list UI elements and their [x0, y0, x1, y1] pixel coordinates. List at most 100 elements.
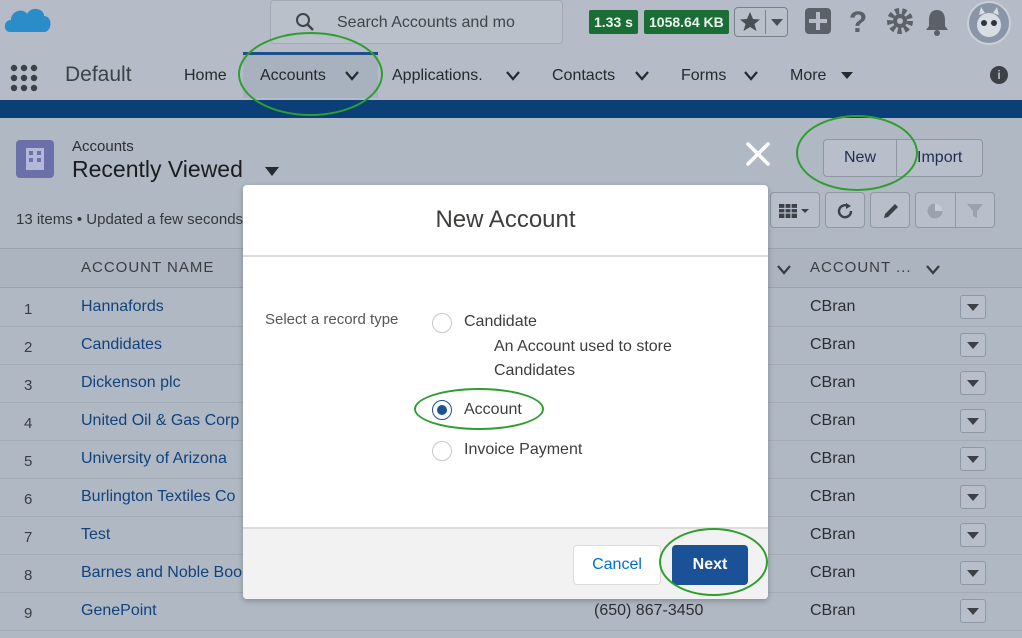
refresh-button[interactable] [825, 192, 865, 228]
close-icon[interactable] [744, 140, 772, 168]
row-actions-button[interactable] [960, 333, 986, 357]
chevron-down-icon[interactable] [634, 70, 650, 82]
caret-down-icon [967, 380, 979, 387]
row-actions-button[interactable] [960, 447, 986, 471]
account-name-link[interactable]: Dickenson plc [81, 374, 181, 392]
radio-candidate[interactable] [432, 313, 452, 333]
row-actions-button[interactable] [960, 485, 986, 509]
account-owner: CBran [810, 564, 856, 581]
plus-icon[interactable] [804, 7, 832, 35]
caret-down-icon [967, 570, 979, 577]
chevron-down-icon[interactable] [743, 70, 759, 82]
bell-icon[interactable] [924, 8, 950, 36]
global-header: Search Accounts and mo 1.33 s 1058.64 KB… [0, 0, 1022, 50]
info-icon[interactable]: i [990, 66, 1008, 84]
modal-header: New Account [243, 185, 768, 257]
search-input[interactable]: Search Accounts and mo [337, 14, 527, 32]
size-badge: 1058.64 KB [644, 10, 729, 34]
row-actions-button[interactable] [960, 523, 986, 547]
account-owner: CBran [810, 336, 856, 353]
column-header-account-name[interactable]: ACCOUNT NAME [81, 259, 214, 276]
favorites-button[interactable] [734, 7, 788, 37]
account-name-link[interactable]: Candidates [81, 336, 162, 354]
account-name-link[interactable]: United Oil & Gas Corp [81, 412, 239, 430]
account-phone: (650) 867-3450 [594, 602, 704, 619]
record-type-label: Select a record type [265, 311, 399, 328]
account-owner: CBran [810, 526, 856, 543]
header-stripe [0, 100, 1022, 118]
radio-account[interactable] [432, 400, 452, 420]
option-account-label[interactable]: Account [464, 401, 522, 419]
gear-icon[interactable] [885, 6, 915, 36]
app-name: Default [65, 63, 132, 86]
row-number: 4 [24, 415, 33, 432]
caret-down-icon[interactable] [840, 71, 854, 81]
global-search[interactable]: Search Accounts and mo [270, 0, 563, 44]
row-actions-button[interactable] [960, 371, 986, 395]
caret-down-icon [967, 304, 979, 311]
row-actions-button[interactable] [960, 409, 986, 433]
pencil-icon [884, 204, 898, 218]
row-actions-button[interactable] [960, 561, 986, 585]
account-owner: CBran [810, 412, 856, 429]
building-icon [26, 148, 44, 170]
pie-chart-icon[interactable] [926, 202, 944, 220]
nav-item-more[interactable]: More [790, 67, 826, 85]
account-owner: CBran [810, 450, 856, 467]
nav-item-contacts[interactable]: Contacts [552, 67, 615, 85]
caret-down-icon [967, 456, 979, 463]
nav-item-accounts[interactable]: Accounts [260, 67, 326, 85]
radio-invoice-payment[interactable] [432, 441, 452, 461]
modal-title: New Account [435, 206, 576, 233]
row-number: 8 [24, 567, 33, 584]
salesforce-cloud-logo[interactable] [2, 2, 54, 40]
column-header-account-owner[interactable]: ACCOUNT ... [810, 259, 912, 276]
row-number: 3 [24, 377, 33, 394]
next-button[interactable]: Next [672, 545, 748, 585]
chevron-down-icon[interactable] [344, 70, 360, 82]
row-actions-button[interactable] [960, 295, 986, 319]
caret-down-icon [967, 494, 979, 501]
list-view-title[interactable]: Recently Viewed [72, 156, 243, 183]
account-name-link[interactable]: Hannafords [81, 298, 164, 316]
inline-edit-button[interactable] [870, 192, 910, 228]
row-actions-button[interactable] [960, 599, 986, 623]
row-number: 9 [24, 605, 33, 622]
object-breadcrumb: Accounts [72, 138, 134, 155]
new-button[interactable]: New [824, 140, 896, 176]
accounts-object-icon [16, 140, 54, 178]
cancel-button[interactable]: Cancel [573, 545, 661, 585]
account-name-link[interactable]: GenePoint [81, 602, 157, 620]
chevron-down-icon[interactable] [776, 264, 792, 276]
option-invoice-payment-label[interactable]: Invoice Payment [464, 441, 582, 459]
help-icon[interactable]: ? [846, 7, 870, 37]
account-owner: CBran [810, 298, 856, 315]
account-name-link[interactable]: Burlington Textiles Co [81, 488, 235, 506]
list-status: 13 items • Updated a few seconds ago [16, 211, 273, 228]
caret-down-icon[interactable] [264, 166, 280, 178]
account-name-link[interactable]: University of Arizona [81, 450, 227, 468]
avatar[interactable] [967, 1, 1011, 45]
account-owner: CBran [810, 488, 856, 505]
avatar-astro-icon [977, 7, 1001, 37]
app-nav-bar: Default Home Accounts Applications. Cont… [0, 50, 1022, 100]
row-number: 2 [24, 339, 33, 356]
nav-item-home[interactable]: Home [184, 67, 227, 85]
option-candidate-label[interactable]: Candidate [464, 313, 537, 331]
account-name-link[interactable]: Test [81, 526, 110, 544]
filter-icon[interactable] [966, 202, 984, 220]
chevron-down-icon[interactable] [925, 264, 941, 276]
display-as-button[interactable] [770, 192, 820, 228]
search-icon [296, 13, 314, 31]
account-name-link[interactable]: Barnes and Noble Boo [81, 564, 242, 582]
app-launcher-icon[interactable] [10, 64, 38, 92]
nav-item-applications[interactable]: Applications. [392, 67, 483, 85]
caret-down-icon [967, 342, 979, 349]
modal-footer: Cancel Next [243, 527, 768, 599]
import-button[interactable]: Import [896, 140, 982, 176]
nav-item-forms[interactable]: Forms [681, 67, 726, 85]
caret-down-icon [967, 608, 979, 615]
row-number: 7 [24, 529, 33, 546]
new-account-modal: New Account Select a record type Candida… [243, 185, 768, 599]
chevron-down-icon[interactable] [505, 70, 521, 82]
